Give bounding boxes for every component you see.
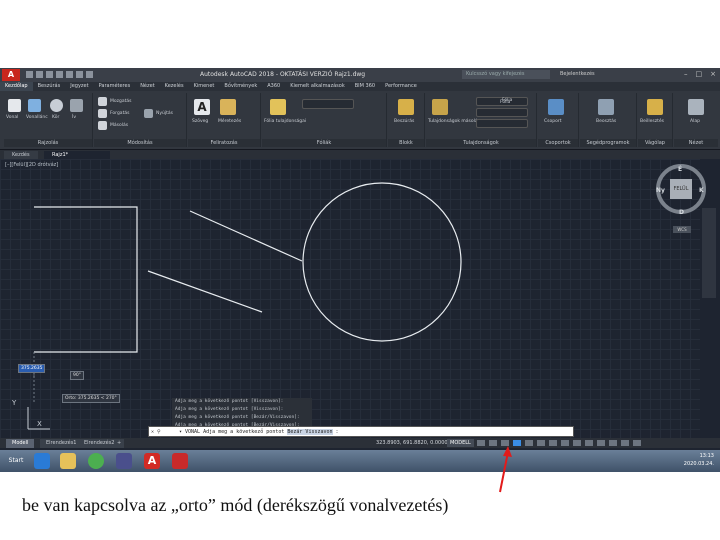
red-arrow-line [499, 451, 509, 493]
annotation-overlay [499, 446, 512, 493]
slide-caption: be van kapcsolva az „orto” mód (derékszö… [22, 495, 449, 515]
red-arrow-head [503, 446, 512, 457]
